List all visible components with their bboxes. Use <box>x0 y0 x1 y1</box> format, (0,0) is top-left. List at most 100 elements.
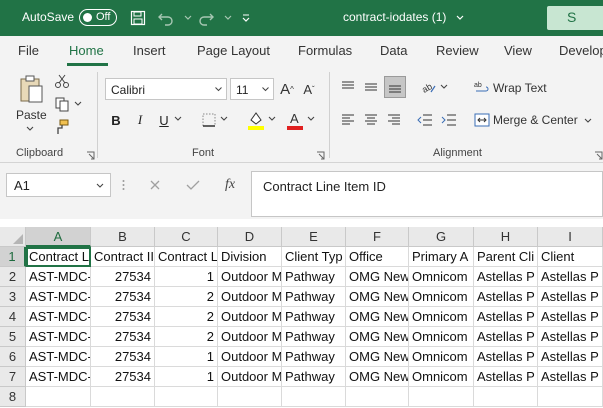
table-cell[interactable]: Outdoor M <box>218 367 282 387</box>
table-cell[interactable] <box>346 387 409 407</box>
decrease-indent-icon[interactable] <box>416 111 434 129</box>
align-top-icon[interactable] <box>339 78 357 96</box>
wrap-text-icon[interactable]: ab <box>473 78 491 96</box>
table-cell[interactable]: Astellas P <box>538 327 603 347</box>
table-cell[interactable]: AST-MDC- <box>26 327 91 347</box>
column-header[interactable]: D <box>218 227 282 247</box>
column-header[interactable]: C <box>155 227 218 247</box>
paste-dropdown-icon[interactable] <box>25 124 35 134</box>
table-cell[interactable]: Omnicom <box>409 287 474 307</box>
undo-icon[interactable] <box>156 8 176 28</box>
column-header[interactable]: H <box>474 227 538 247</box>
paste-icon[interactable] <box>14 72 48 106</box>
tab-formulas[interactable]: Formulas <box>298 43 352 58</box>
underline-dropdown-icon[interactable] <box>173 114 183 124</box>
copy-icon[interactable] <box>53 95 71 113</box>
table-cell[interactable]: Astellas P <box>538 367 603 387</box>
redo-icon[interactable] <box>196 8 216 28</box>
table-cell[interactable]: AST-MDC- <box>26 287 91 307</box>
table-cell[interactable]: OMG New <box>346 347 409 367</box>
align-left-icon[interactable] <box>339 111 357 129</box>
table-cell[interactable]: Omnicom <box>409 267 474 287</box>
tab-home[interactable]: Home <box>69 43 104 58</box>
table-cell[interactable]: Pathway <box>282 287 346 307</box>
row-header[interactable]: 3 <box>0 287 26 307</box>
enter-icon[interactable] <box>184 177 202 193</box>
table-cell[interactable]: Astellas P <box>474 347 538 367</box>
font-color-dropdown-icon[interactable] <box>306 114 316 124</box>
clipboard-launcher-icon[interactable] <box>86 149 95 160</box>
header-cell[interactable]: Contract II <box>91 247 155 267</box>
orientation-dropdown-icon[interactable] <box>439 82 449 92</box>
table-cell[interactable]: Astellas P <box>538 267 603 287</box>
table-cell[interactable]: 2 <box>155 307 218 327</box>
table-cell[interactable]: Outdoor M <box>218 347 282 367</box>
table-cell[interactable] <box>409 387 474 407</box>
table-cell[interactable]: Pathway <box>282 367 346 387</box>
align-center-icon[interactable] <box>362 111 380 129</box>
redo-dropdown-icon[interactable] <box>218 8 238 28</box>
table-cell[interactable] <box>282 387 346 407</box>
table-cell[interactable]: 1 <box>155 347 218 367</box>
table-cell[interactable]: 27534 <box>91 327 155 347</box>
column-header[interactable]: F <box>346 227 409 247</box>
table-cell[interactable]: Pathway <box>282 307 346 327</box>
font-color-icon[interactable]: A <box>285 109 305 131</box>
font-launcher-icon[interactable] <box>316 149 325 160</box>
increase-font-icon[interactable]: A ^ <box>278 79 296 99</box>
header-cell[interactable]: Client Typ <box>282 247 346 267</box>
row-header[interactable]: 2 <box>0 267 26 287</box>
table-cell[interactable]: Astellas P <box>538 347 603 367</box>
merge-dropdown-icon[interactable] <box>583 116 593 126</box>
name-box[interactable]: A1 <box>6 173 111 197</box>
table-cell[interactable]: Outdoor M <box>218 287 282 307</box>
format-painter-icon[interactable] <box>53 118 71 136</box>
row-header[interactable]: 4 <box>0 307 26 327</box>
table-cell[interactable]: OMG New <box>346 267 409 287</box>
formula-input[interactable]: Contract Line Item ID <box>251 171 603 217</box>
table-cell[interactable] <box>538 387 603 407</box>
borders-dropdown-icon[interactable] <box>219 114 229 124</box>
paste-label[interactable]: Paste <box>16 108 47 122</box>
table-cell[interactable]: OMG New <box>346 367 409 387</box>
column-header[interactable]: G <box>409 227 474 247</box>
document-title[interactable]: contract-iodates (1) <box>343 10 446 24</box>
table-cell[interactable]: Astellas P <box>474 327 538 347</box>
table-cell[interactable]: Omnicom <box>409 307 474 327</box>
table-cell[interactable]: Outdoor M <box>218 327 282 347</box>
align-bottom-icon[interactable] <box>384 76 406 98</box>
align-right-icon[interactable] <box>385 111 403 129</box>
underline-icon[interactable]: U <box>156 110 172 130</box>
merge-center-icon[interactable] <box>473 111 491 129</box>
table-cell[interactable]: Pathway <box>282 347 346 367</box>
table-cell[interactable] <box>218 387 282 407</box>
table-cell[interactable]: 1 <box>155 367 218 387</box>
tab-insert[interactable]: Insert <box>133 43 166 58</box>
search-box[interactable]: S <box>547 6 603 30</box>
merge-center-button[interactable]: Merge & Center <box>493 113 578 127</box>
fill-color-icon[interactable] <box>246 109 266 131</box>
tab-page-layout[interactable]: Page Layout <box>197 43 270 58</box>
column-header[interactable]: E <box>282 227 346 247</box>
table-cell[interactable] <box>26 387 91 407</box>
table-cell[interactable]: Astellas P <box>538 307 603 327</box>
tab-data[interactable]: Data <box>380 43 407 58</box>
header-cell[interactable]: Contract L <box>155 247 218 267</box>
title-dropdown-icon[interactable] <box>450 8 470 28</box>
table-cell[interactable]: AST-MDC- <box>26 367 91 387</box>
font-size-dropdown[interactable]: 11 <box>230 78 274 100</box>
table-cell[interactable]: Omnicom <box>409 327 474 347</box>
orientation-icon[interactable]: ab <box>420 78 438 96</box>
tab-file[interactable]: File <box>18 43 39 58</box>
column-header[interactable]: A <box>26 227 91 247</box>
header-cell[interactable]: Primary A <box>409 247 474 267</box>
wrap-text-button[interactable]: Wrap Text <box>493 81 547 95</box>
table-cell[interactable]: Pathway <box>282 267 346 287</box>
table-cell[interactable] <box>155 387 218 407</box>
table-cell[interactable]: 27534 <box>91 367 155 387</box>
borders-icon[interactable] <box>200 111 218 129</box>
table-cell[interactable]: AST-MDC- <box>26 307 91 327</box>
row-header[interactable]: 8 <box>0 387 26 407</box>
cancel-icon[interactable] <box>146 177 164 193</box>
decrease-font-icon[interactable]: Aˇ <box>300 79 318 99</box>
